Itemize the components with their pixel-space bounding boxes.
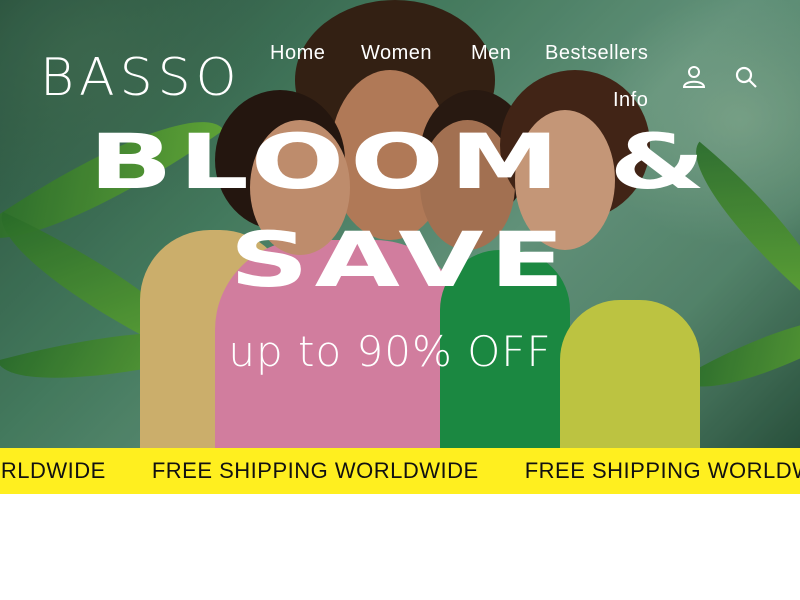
hero-subtitle: up to 90% OFF [228,327,552,376]
announcement-track: WORLDWIDE FREE SHIPPING WORLDWIDE FREE SHI… [0,448,800,494]
nav-item-women[interactable]: Women [361,42,432,65]
hero-title-line1: BLOOM & [88,117,712,206]
nav-item-home[interactable]: Home [270,42,325,65]
page-content-blank [0,494,800,600]
announcement-text: WORLDWIDE [0,458,106,483]
nav-item-bestsellers[interactable]: Bestsellers [545,42,648,65]
announcement-bar: WORLDWIDE FREE SHIPPING WORLDWIDE FREE SHI… [0,448,800,494]
hero-banner[interactable]: BASSO Home Women Men Bestsellers Info BL… [0,0,800,448]
search-icon[interactable] [733,64,759,90]
account-icon[interactable] [681,64,707,90]
announcement-text: FREE SHIPPING WORLDWIDE [524,458,800,483]
brand-logo[interactable]: BASSO [40,50,242,106]
nav-item-info[interactable]: Info [613,89,648,112]
announcement-text: FREE SHIPPING WORLDWIDE [151,458,479,483]
nav-item-men[interactable]: Men [471,42,511,65]
hero-title-line2: SAVE [229,215,571,304]
